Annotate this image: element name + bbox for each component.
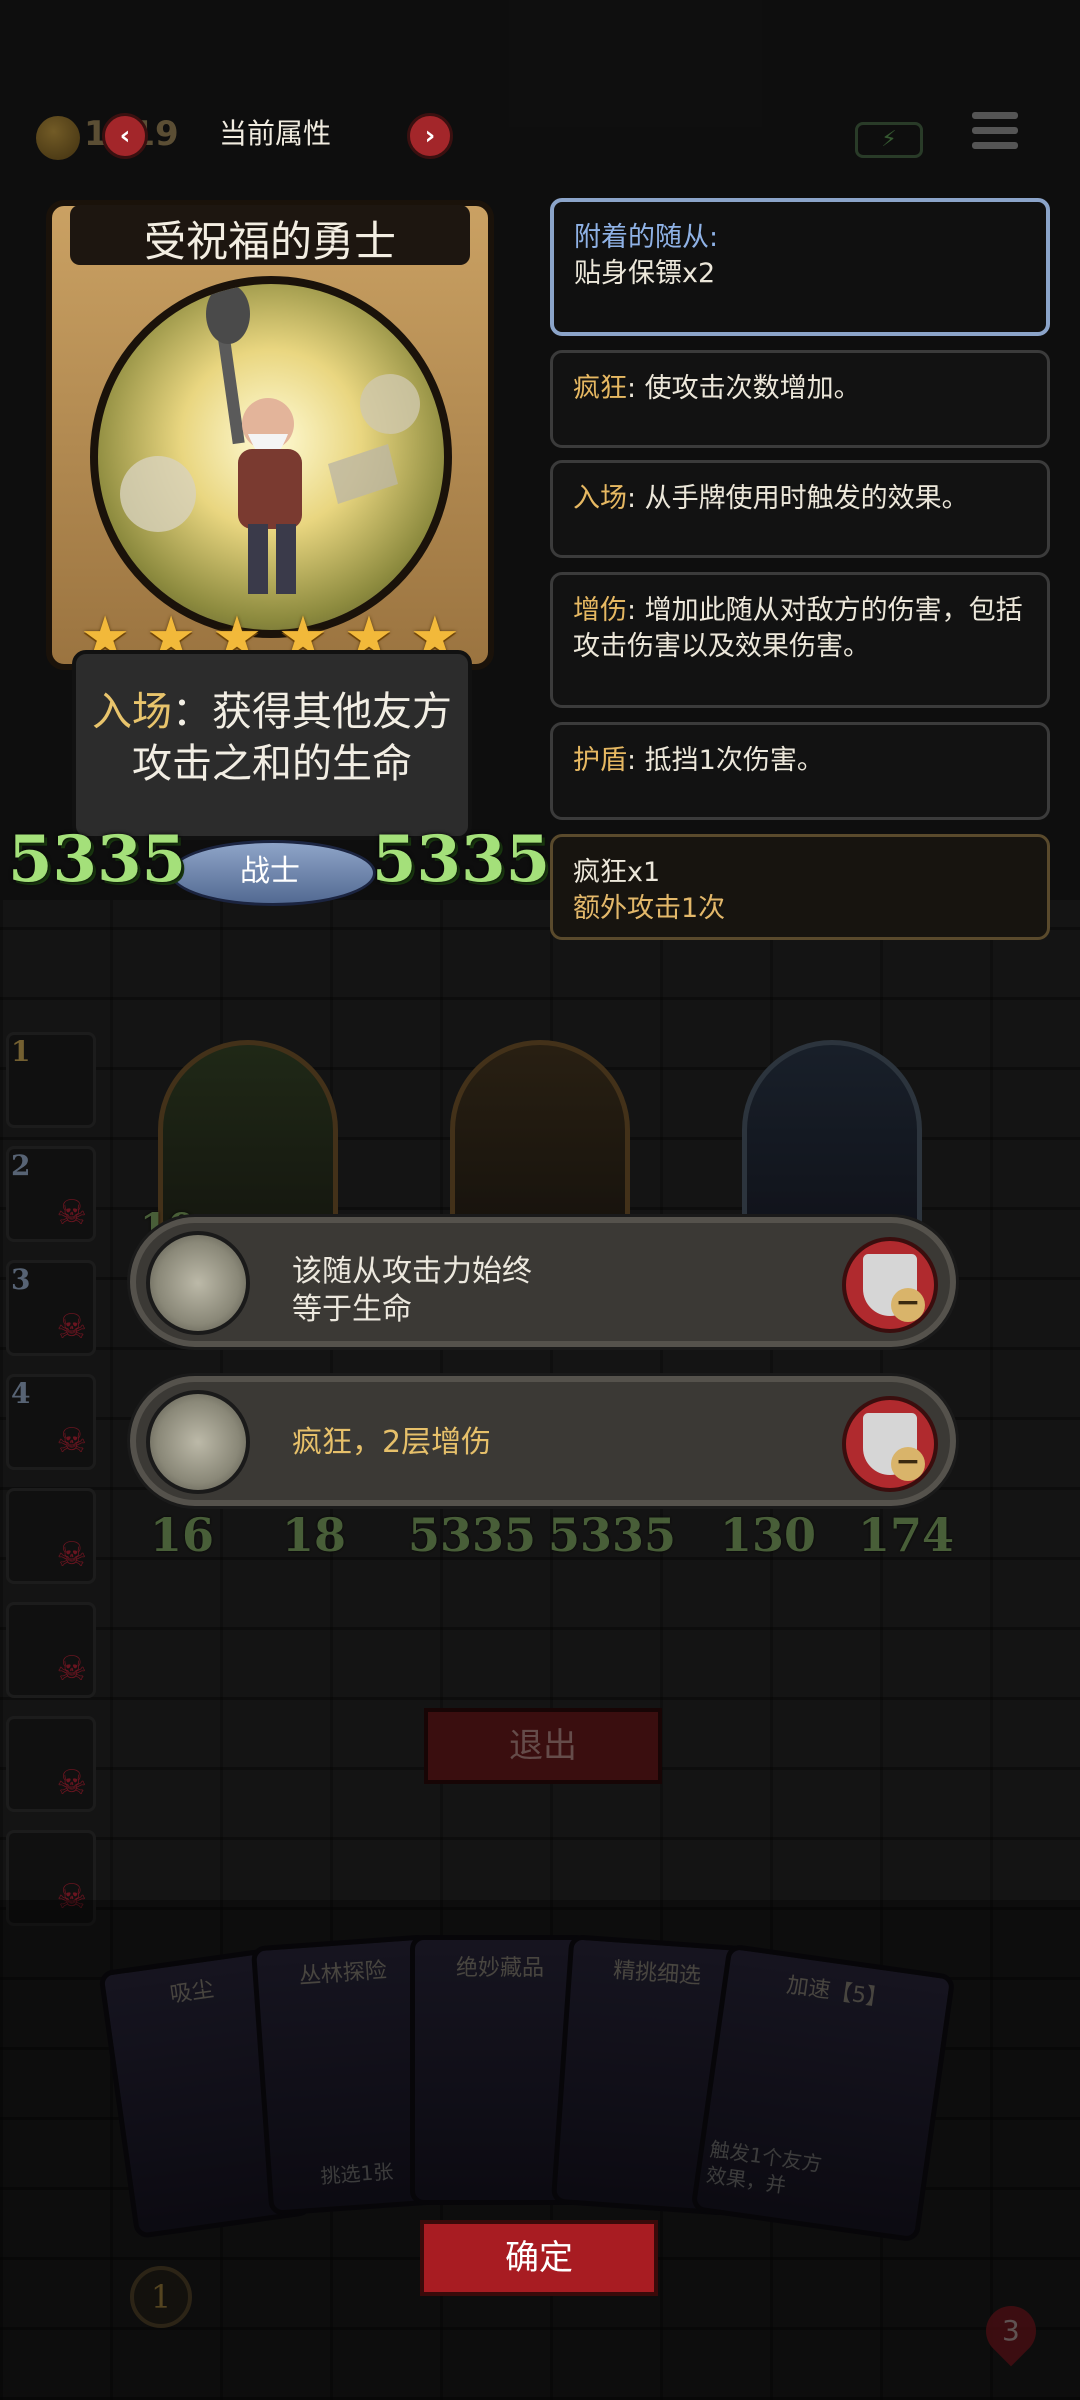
scales-icon bbox=[146, 1231, 250, 1335]
claws-icon bbox=[146, 1390, 250, 1494]
coin-icon bbox=[36, 116, 80, 160]
page-title: 当前属性 bbox=[218, 117, 331, 150]
keyword-shield-panel: 护盾: 抵挡1次伤害。 bbox=[550, 722, 1050, 820]
keyword-enter-panel: 入场: 从手牌使用时触发的效果。 bbox=[550, 460, 1050, 558]
buff-text-line-2: 等于生命 bbox=[292, 1292, 412, 1327]
class-label: 战士 bbox=[240, 854, 300, 889]
status-line-2: 额外攻击1次 bbox=[573, 893, 726, 924]
remove-buff-button[interactable]: − bbox=[842, 1237, 938, 1333]
card-ability-text: 入场：获得其他友方攻击之和的生命 bbox=[86, 686, 458, 790]
ability-keyword: 入场 bbox=[92, 689, 172, 735]
card-attack: 5335 bbox=[8, 822, 187, 897]
keyword-frenzy-panel: 疯狂: 使攻击次数增加。 bbox=[550, 350, 1050, 448]
keyword-damage-panel: 增伤: 增加此随从对敌方的伤害，包括攻击伤害以及效果伤害。 bbox=[550, 572, 1050, 708]
keyword-description: : 使攻击次数增加。 bbox=[627, 373, 861, 404]
menu-icon[interactable] bbox=[972, 112, 1018, 156]
ability-description: ：获得其他友方攻击之和的生命 bbox=[132, 689, 452, 787]
shield-minus-icon: − bbox=[863, 1254, 925, 1322]
remove-buff-button[interactable]: − bbox=[842, 1396, 938, 1492]
keyword-description: : 抵挡1次伤害。 bbox=[627, 745, 824, 776]
card-health: 5335 bbox=[372, 822, 551, 897]
battery-icon: ⚡ bbox=[855, 122, 923, 158]
card-portrait bbox=[90, 276, 452, 638]
attached-minions-panel: 附着的随从: 贴身保镖x2 bbox=[550, 198, 1050, 336]
status-panel: 疯狂x1 额外攻击1次 bbox=[550, 834, 1050, 940]
attached-heading: 附着的随从: bbox=[574, 222, 719, 253]
keyword-label: 护盾 bbox=[573, 745, 627, 776]
card-name: 受祝福的勇士 bbox=[143, 217, 396, 266]
buff-text: 该随从攻击力始终 等于生命 bbox=[292, 1253, 532, 1329]
chevron-right-icon[interactable]: › bbox=[407, 113, 453, 159]
buff-entry-2[interactable]: 疯狂，2层增伤 − bbox=[130, 1376, 956, 1506]
keyword-label: 入场 bbox=[573, 483, 627, 514]
keyword-description: : 从手牌使用时触发的效果。 bbox=[627, 483, 969, 514]
confirm-button[interactable]: 确定 bbox=[420, 2220, 658, 2296]
keyword-label: 增伤 bbox=[573, 595, 627, 626]
buff-text: 疯狂，2层增伤 bbox=[292, 1425, 492, 1460]
attached-body: 贴身保镖x2 bbox=[574, 258, 716, 289]
warrior-illustration bbox=[120, 284, 420, 594]
keyword-description: : 增加此随从对敌方的伤害，包括攻击伤害以及效果伤害。 bbox=[573, 595, 1023, 662]
shield-minus-icon: − bbox=[863, 1413, 925, 1481]
buff-entry-1[interactable]: 该随从攻击力始终 等于生命 − bbox=[130, 1217, 956, 1347]
keyword-label: 疯狂 bbox=[573, 373, 627, 404]
buff-text-line-1: 该随从攻击力始终 bbox=[292, 1254, 532, 1289]
status-line-1: 疯狂x1 bbox=[573, 857, 661, 888]
chevron-left-icon[interactable]: ‹ bbox=[102, 113, 148, 159]
